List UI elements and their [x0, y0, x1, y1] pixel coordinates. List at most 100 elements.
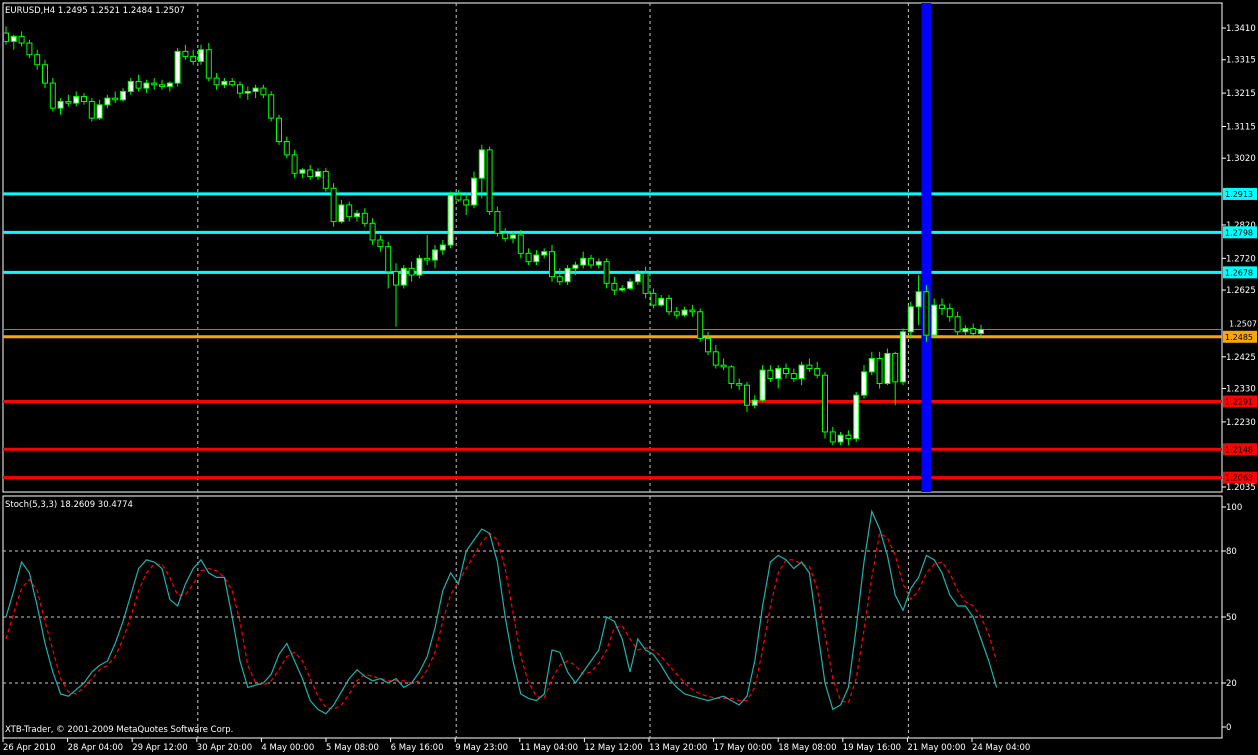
- candle-bear: [260, 87, 267, 96]
- support-level-value: 1.2291: [1225, 398, 1253, 407]
- candle-bear: [611, 282, 618, 291]
- price-tick-label: 1.3410: [1226, 24, 1256, 34]
- support-level-value: 1.2063: [1225, 474, 1253, 483]
- candle-bear: [151, 82, 158, 86]
- candle-bull: [478, 149, 485, 179]
- current-price-label: 1.2507: [1229, 319, 1257, 328]
- time-label: 24 May 04:00: [972, 743, 1030, 753]
- candle-bull: [572, 264, 579, 269]
- candle-bear: [34, 54, 41, 66]
- candle-bull: [244, 90, 251, 94]
- candle-bull: [759, 369, 766, 401]
- vertical-marker-bar[interactable]: [921, 3, 932, 492]
- candle-bull: [221, 80, 228, 86]
- candle-bull: [564, 267, 571, 283]
- candle-bear: [814, 367, 821, 376]
- candle-bear: [954, 316, 961, 333]
- stochastic-tick-label: 20: [1226, 679, 1237, 689]
- candle-bull: [439, 244, 446, 251]
- candle-bull: [354, 212, 360, 218]
- candle-bull: [127, 80, 134, 92]
- candle-bear: [666, 297, 672, 313]
- candle-bear: [237, 84, 243, 94]
- candle-bull: [868, 357, 875, 373]
- candle-bear: [361, 212, 368, 224]
- support-level-value: 1.2148: [1225, 445, 1253, 454]
- chart-window[interactable]: 26 Apr 2010 28 Apr 04:00 29 Apr 12:00 30 Ap…: [0, 0, 1258, 755]
- candle-bull: [931, 304, 938, 336]
- candle-bear: [291, 154, 298, 174]
- candle-bear: [463, 199, 470, 206]
- candle-bear: [806, 364, 813, 369]
- candle-bull: [978, 328, 984, 334]
- candle-bull: [619, 287, 626, 291]
- candle-bear: [790, 373, 797, 380]
- candle-bull: [315, 171, 321, 178]
- candle-bull: [198, 49, 204, 62]
- candle-bear: [26, 42, 33, 56]
- candle-bear: [88, 100, 95, 119]
- candle-bull: [775, 367, 782, 380]
- candle-bear: [369, 222, 376, 241]
- candle-bear: [307, 169, 314, 178]
- time-label: 17 May 00:00: [714, 743, 772, 753]
- candle-bull: [252, 87, 259, 92]
- candle-bear: [705, 337, 711, 353]
- candle-bear: [689, 309, 696, 313]
- candle-bear: [190, 55, 197, 62]
- candle-bear: [213, 77, 220, 86]
- candle-bear: [65, 100, 72, 104]
- candle-bull: [174, 50, 181, 84]
- price-tick-label: 1.2720: [1226, 254, 1256, 264]
- candle-bear: [424, 257, 431, 261]
- candle-bull: [962, 327, 969, 333]
- candle-bear: [393, 271, 399, 286]
- price-tick-label: 1.2425: [1226, 353, 1256, 363]
- price-tick-label: 1.3020: [1226, 154, 1256, 164]
- candle-bear: [588, 257, 594, 266]
- candle-bear: [525, 252, 532, 263]
- candle-bear: [829, 431, 836, 443]
- candle-bull: [658, 297, 665, 306]
- time-label: 9 May 23:00: [455, 743, 508, 753]
- candle-bear: [385, 246, 392, 273]
- candle-bear: [712, 351, 719, 366]
- price-tick-label: 1.2330: [1226, 385, 1256, 395]
- time-label: 18 May 08:00: [778, 743, 836, 753]
- stochastic-tick-label: 100: [1226, 503, 1242, 513]
- resistance-level-value: 1.2913: [1225, 190, 1253, 199]
- candle-bear: [970, 327, 977, 334]
- candle-bull: [837, 434, 844, 443]
- candle-bear: [642, 272, 649, 294]
- candle-bull: [471, 177, 477, 206]
- candle-bear: [486, 149, 493, 213]
- candle-bear: [603, 261, 610, 284]
- candle-bear: [767, 369, 774, 380]
- stochastic-tick-label: 50: [1226, 613, 1237, 623]
- candle-bear: [112, 97, 119, 101]
- candle-bull: [798, 364, 805, 380]
- time-label: 12 May 12:00: [584, 743, 642, 753]
- candle-bear: [736, 383, 743, 386]
- price-tick-label: 1.3115: [1226, 123, 1256, 133]
- time-label: 21 May 00:00: [907, 743, 965, 753]
- candle-bear: [330, 187, 337, 223]
- candle-bear: [744, 384, 750, 406]
- time-label: 11 May 04:00: [520, 743, 578, 753]
- resistance-level-value: 1.2798: [1225, 228, 1253, 237]
- candle-bull: [104, 97, 111, 106]
- candle-bear: [135, 80, 142, 89]
- candle-bull: [580, 257, 587, 266]
- chart-background: [0, 0, 1258, 755]
- candle-bear: [322, 171, 329, 189]
- candle-bear: [229, 80, 236, 86]
- candle-bull: [533, 254, 540, 263]
- candle-bull: [120, 90, 126, 101]
- candle-bear: [556, 276, 563, 283]
- candle-bear: [517, 234, 524, 254]
- symbol-title: EURUSD,H4 1.2495 1.2521 1.2484 1.2507: [5, 6, 185, 16]
- candle-bull: [400, 267, 407, 286]
- candle-bear: [502, 232, 509, 239]
- candle-bear: [697, 311, 704, 339]
- current-level-value: 1.2485: [1225, 333, 1253, 342]
